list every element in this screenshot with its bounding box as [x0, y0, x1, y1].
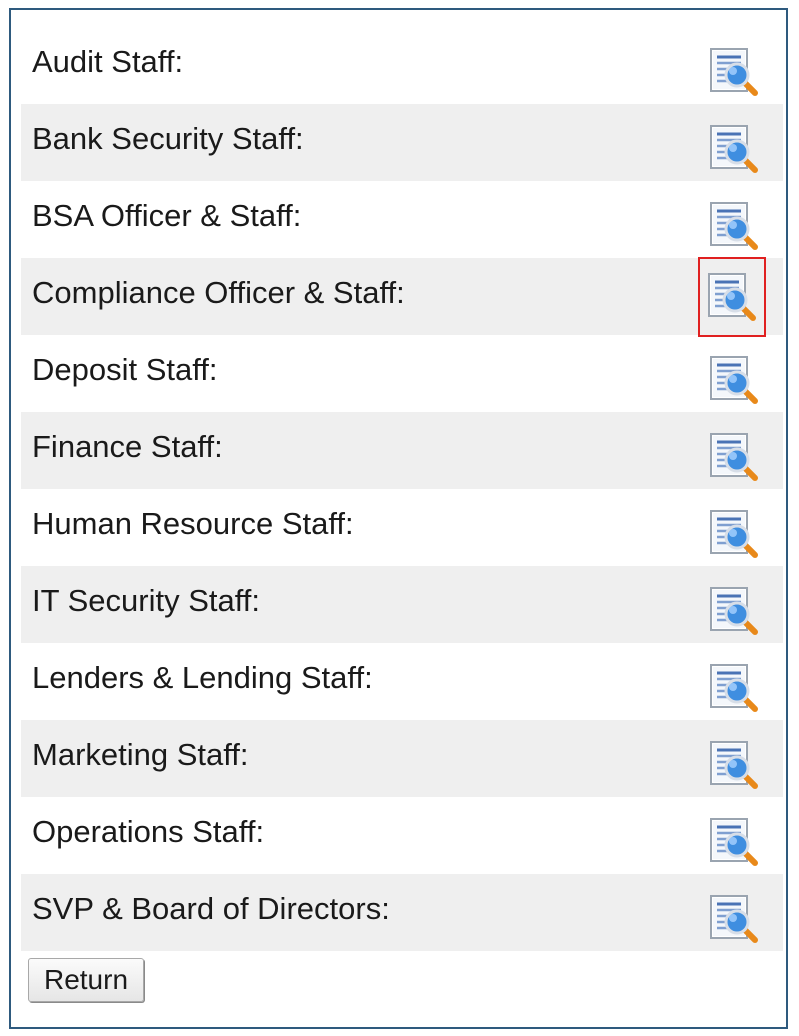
list-item: BSA Officer & Staff:	[21, 181, 783, 258]
view-button[interactable]	[706, 44, 762, 100]
list-item: Marketing Staff:	[21, 720, 783, 797]
list-item: Bank Security Staff:	[21, 104, 783, 181]
staff-group-label: Bank Security Staff:	[32, 121, 304, 156]
staff-group-label: BSA Officer & Staff:	[32, 198, 302, 233]
view-button[interactable]	[706, 429, 762, 485]
staff-group-label: Operations Staff:	[32, 814, 265, 849]
list-item: SVP & Board of Directors:	[21, 874, 783, 951]
staff-list: Audit Staff: Bank Security Staff: BSA Of…	[21, 27, 783, 951]
view-button[interactable]	[706, 198, 762, 254]
view-button[interactable]	[706, 737, 762, 793]
staff-group-label: Compliance Officer & Staff:	[32, 275, 405, 310]
view-button[interactable]	[706, 583, 762, 639]
return-button[interactable]: Return	[28, 958, 144, 1002]
view-report-icon	[710, 125, 758, 173]
view-button[interactable]	[706, 506, 762, 562]
staff-group-label: IT Security Staff:	[32, 583, 261, 618]
staff-group-label: Marketing Staff:	[32, 737, 249, 772]
list-item: Deposit Staff:	[21, 335, 783, 412]
view-report-icon	[710, 587, 758, 635]
list-item: Operations Staff:	[21, 797, 783, 874]
staff-group-label: Deposit Staff:	[32, 352, 218, 387]
list-item: Audit Staff:	[21, 27, 783, 104]
list-item: Compliance Officer & Staff:	[21, 257, 783, 337]
view-button[interactable]	[706, 660, 762, 716]
list-item: IT Security Staff:	[21, 566, 783, 643]
staff-group-label: Finance Staff:	[32, 429, 223, 464]
list-item: Finance Staff:	[21, 412, 783, 489]
staff-group-label: Human Resource Staff:	[32, 506, 354, 541]
view-report-icon	[710, 433, 758, 481]
list-item: Human Resource Staff:	[21, 489, 783, 566]
view-button[interactable]	[706, 121, 762, 177]
list-item: Lenders & Lending Staff:	[21, 643, 783, 720]
view-report-icon	[708, 273, 756, 321]
view-report-icon	[710, 741, 758, 789]
view-report-icon	[710, 664, 758, 712]
view-button[interactable]	[706, 891, 762, 947]
staff-panel: Audit Staff: Bank Security Staff: BSA Of…	[9, 8, 788, 1029]
view-report-icon	[710, 818, 758, 866]
view-report-icon	[710, 356, 758, 404]
view-report-icon	[710, 895, 758, 943]
staff-group-label: Audit Staff:	[32, 44, 184, 79]
staff-group-label: Lenders & Lending Staff:	[32, 660, 373, 695]
view-button[interactable]	[706, 814, 762, 870]
view-button[interactable]	[706, 352, 762, 408]
view-report-icon	[710, 48, 758, 96]
view-report-icon	[710, 510, 758, 558]
staff-group-label: SVP & Board of Directors:	[32, 891, 390, 926]
view-report-icon	[710, 202, 758, 250]
view-button[interactable]	[698, 257, 766, 337]
